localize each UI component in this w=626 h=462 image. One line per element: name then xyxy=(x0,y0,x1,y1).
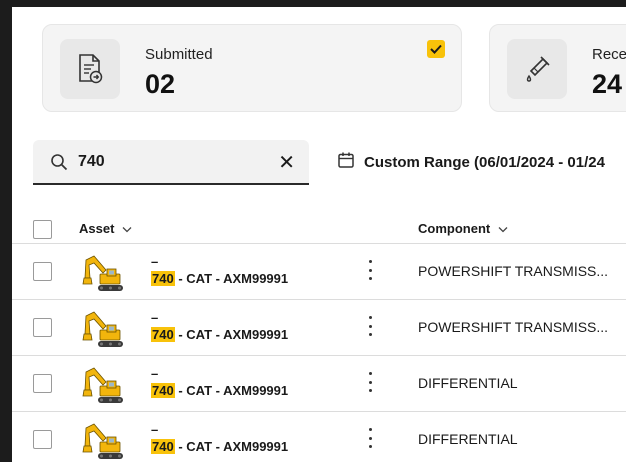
row-checkbox[interactable] xyxy=(33,318,52,337)
search-field[interactable]: 740 ✕ xyxy=(33,140,309,185)
table-header: Asset Component xyxy=(12,213,626,244)
asset-name[interactable]: 740 - CAT - AXM99991 xyxy=(151,327,288,342)
table-row[interactable]: – 740 - CAT - AXM99991 POWERSHIFT TRANSM… xyxy=(12,300,626,356)
more-options-icon[interactable] xyxy=(365,316,375,336)
calendar-icon xyxy=(337,151,355,174)
column-header-asset[interactable]: Asset xyxy=(79,221,132,236)
row-checkbox[interactable] xyxy=(33,374,52,393)
component-name: POWERSHIFT TRANSMISS... xyxy=(418,319,609,335)
submitted-label: Submitted xyxy=(145,46,213,63)
close-icon[interactable]: ✕ xyxy=(278,150,295,175)
component-name: DIFFERENTIAL xyxy=(418,375,518,391)
asset-dash: – xyxy=(151,254,159,269)
table-row[interactable]: – 740 - CAT - AXM99991 DIFFERENTIAL xyxy=(12,412,626,462)
submitted-count: 02 xyxy=(145,69,176,99)
search-highlight: 740 xyxy=(151,383,175,398)
asset-name[interactable]: 740 - CAT - AXM99991 xyxy=(151,271,288,286)
app-content: Submitted 02 Rece 24 740 ✕ Custom Range … xyxy=(12,7,626,462)
submitted-card[interactable]: Submitted 02 xyxy=(42,24,462,112)
row-checkbox[interactable] xyxy=(33,262,52,281)
component-header-label: Component xyxy=(418,221,491,236)
document-submit-icon xyxy=(60,39,120,99)
received-card[interactable]: Rece 24 xyxy=(489,24,626,112)
oil-sample-icon xyxy=(507,39,567,99)
excavator-icon xyxy=(80,422,126,462)
asset-name-rest: - CAT - AXM99991 xyxy=(174,383,289,398)
more-options-icon[interactable] xyxy=(365,372,375,392)
search-input[interactable]: 740 xyxy=(78,153,105,171)
row-checkbox[interactable] xyxy=(33,430,52,449)
window-frame: Submitted 02 Rece 24 740 ✕ Custom Range … xyxy=(0,0,626,462)
excavator-icon xyxy=(80,254,126,299)
asset-dash: – xyxy=(151,366,159,381)
chevron-down-icon xyxy=(498,221,508,236)
search-icon xyxy=(50,153,68,176)
asset-name-rest: - CAT - AXM99991 xyxy=(174,327,289,342)
received-label: Rece xyxy=(592,46,626,63)
asset-name[interactable]: 740 - CAT - AXM99991 xyxy=(151,383,288,398)
excavator-icon xyxy=(80,366,126,411)
date-range-label: Custom Range (06/01/2024 - 01/24 xyxy=(364,153,605,171)
component-name: DIFFERENTIAL xyxy=(418,431,518,447)
search-highlight: 740 xyxy=(151,327,175,342)
asset-name-rest: - CAT - AXM99991 xyxy=(174,439,289,454)
asset-name-rest: - CAT - AXM99991 xyxy=(174,271,289,286)
checkbox-checked-icon[interactable] xyxy=(427,40,445,58)
column-header-component[interactable]: Component xyxy=(418,221,508,236)
search-highlight: 740 xyxy=(151,271,175,286)
asset-dash: – xyxy=(151,310,159,325)
more-options-icon[interactable] xyxy=(365,428,375,448)
received-count: 24 xyxy=(592,69,623,99)
component-name: POWERSHIFT TRANSMISS... xyxy=(418,263,609,279)
excavator-icon xyxy=(80,310,126,355)
table-row[interactable]: – 740 - CAT - AXM99991 DIFFERENTIAL xyxy=(12,356,626,412)
asset-header-label: Asset xyxy=(79,221,115,236)
asset-name[interactable]: 740 - CAT - AXM99991 xyxy=(151,439,288,454)
date-range-filter[interactable]: Custom Range (06/01/2024 - 01/24 xyxy=(337,151,605,173)
asset-dash: – xyxy=(151,422,159,437)
chevron-down-icon xyxy=(122,221,132,236)
search-highlight: 740 xyxy=(151,439,175,454)
select-all-checkbox[interactable] xyxy=(33,220,52,239)
more-options-icon[interactable] xyxy=(365,260,375,280)
table-row[interactable]: – 740 - CAT - AXM99991 POWERSHIFT TRANSM… xyxy=(12,244,626,300)
